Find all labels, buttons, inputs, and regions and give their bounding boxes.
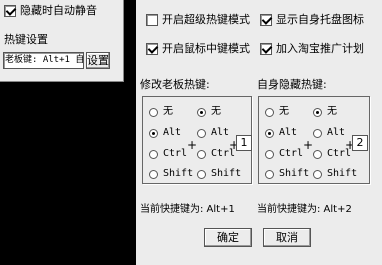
self-mod2-shift-label: Shift <box>327 168 358 179</box>
boss-mod1-ctrl-label: Ctrl <box>163 148 188 159</box>
self-mod1-none-label: 无 <box>279 106 289 117</box>
middle-click-mode-checkbox[interactable] <box>146 43 158 55</box>
boss-mod1-alt-label: Alt <box>163 127 182 138</box>
middle-click-mode-label: 开启鼠标中键模式 <box>162 42 250 55</box>
mute-on-hide-label: 隐藏时自动静音 <box>20 4 97 17</box>
boss-mod1-alt-radio[interactable] <box>149 129 158 138</box>
super-hotkey-mode-label: 开启超级热键模式 <box>162 13 250 26</box>
boss-mod1-shift-label: Shift <box>163 168 194 179</box>
ok-button[interactable]: 确定 <box>204 228 252 247</box>
cancel-button[interactable]: 取消 <box>263 228 311 247</box>
self-mod1-shift-radio[interactable] <box>265 170 274 179</box>
boss-mod2-none-label: 无 <box>211 106 221 117</box>
boss-mod2-shift-label: Shift <box>211 168 242 179</box>
taobao-promotion-label: 加入淘宝推广计划 <box>276 42 364 55</box>
settings-button[interactable]: 设置 <box>86 52 110 69</box>
self-plus-sign-1: + <box>303 138 314 152</box>
taobao-promotion-checkbox[interactable] <box>260 43 272 55</box>
boss-mod1-none-radio[interactable] <box>149 108 158 117</box>
self-hotkey-group: 无 Alt Ctrl Shift + 无 Alt Ctrl Shift + 2 <box>258 96 370 184</box>
self-mod2-alt-label: Alt <box>327 127 346 138</box>
boss-mod1-ctrl-radio[interactable] <box>149 150 158 159</box>
self-mod1-alt-label: Alt <box>279 127 298 138</box>
boss-mod2-shift-radio[interactable] <box>197 170 206 179</box>
boss-mod2-alt-radio[interactable] <box>197 129 206 138</box>
self-hotkey-group-title: 自身隐藏热键: <box>257 78 327 91</box>
boss-mod1-shift-radio[interactable] <box>149 170 158 179</box>
self-mod2-ctrl-radio[interactable] <box>313 150 322 159</box>
self-mod1-ctrl-label: Ctrl <box>279 148 304 159</box>
boss-mod2-alt-label: Alt <box>211 127 230 138</box>
self-mod1-ctrl-radio[interactable] <box>265 150 274 159</box>
boss-current-hotkey-text: 当前快捷键为: Alt+1 <box>140 204 235 215</box>
boss-key-input[interactable]: 1 <box>236 135 252 151</box>
self-mod2-shift-radio[interactable] <box>313 170 322 179</box>
self-mod1-alt-radio[interactable] <box>265 129 274 138</box>
self-mod2-none-label: 无 <box>327 106 337 117</box>
boss-hotkey-group-title: 修改老板热键: <box>140 78 210 91</box>
boss-mod1-none-label: 无 <box>163 106 173 117</box>
show-tray-icon-checkbox[interactable] <box>260 14 272 26</box>
self-mod2-none-radio[interactable] <box>313 108 322 117</box>
boss-plus-sign-1: + <box>187 138 198 152</box>
boss-mod2-ctrl-radio[interactable] <box>197 150 206 159</box>
hotkey-summary-field[interactable]: 老板键: Alt+1 自隐键: A <box>3 52 84 69</box>
self-mod2-alt-radio[interactable] <box>313 129 322 138</box>
hotkey-settings-heading: 热键设置 <box>4 33 48 46</box>
self-mod1-shift-label: Shift <box>279 168 310 179</box>
self-current-hotkey-text: 当前快捷键为: Alt+2 <box>257 204 352 215</box>
boss-mod2-none-radio[interactable] <box>197 108 206 117</box>
mute-on-hide-checkbox[interactable] <box>4 5 16 17</box>
background-window: 隐藏时自动静音 热键设置 老板键: Alt+1 自隐键: A 设置 <box>0 0 124 82</box>
show-tray-icon-label: 显示自身托盘图标 <box>276 13 364 26</box>
boss-hotkey-group: 无 Alt Ctrl Shift + 无 Alt Ctrl Shift + 1 <box>142 96 252 184</box>
super-hotkey-mode-checkbox[interactable] <box>146 14 158 26</box>
self-key-input[interactable]: 2 <box>352 135 368 151</box>
hotkey-settings-dialog: 开启超级热键模式 显示自身托盘图标 开启鼠标中键模式 加入淘宝推广计划 修改老板… <box>136 0 382 265</box>
self-mod1-none-radio[interactable] <box>265 108 274 117</box>
